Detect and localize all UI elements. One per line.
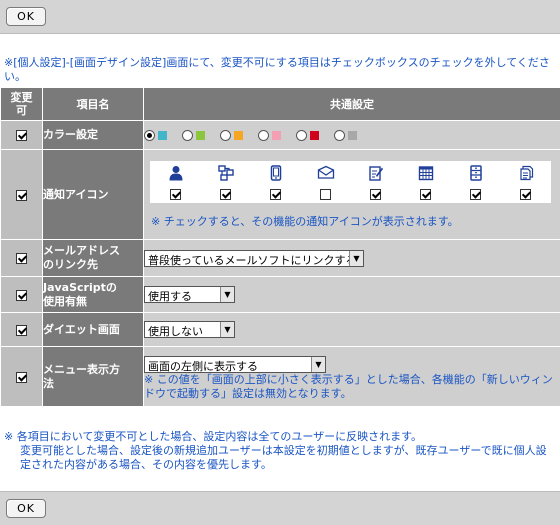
header-item-name: 項目名 (42, 87, 144, 121)
bottom-toolbar: OK (0, 491, 560, 525)
notify-icon-label: 通知アイコン (42, 149, 144, 240)
javascript-select[interactable]: 使用する ▼ (144, 286, 235, 303)
color-radio[interactable] (220, 129, 231, 141)
color-radio[interactable] (334, 129, 345, 141)
diet-lock-checkbox[interactable] (16, 324, 27, 336)
dropdown-arrow-icon: ▼ (220, 287, 234, 302)
calendar-notify-checkbox[interactable] (420, 188, 431, 200)
diet-label: ダイエット画面 (42, 312, 144, 347)
menu-display-select[interactable]: 画面の左側に表示する ▼ (144, 356, 326, 373)
color-swatch (158, 130, 167, 140)
menu-display-label: メニュー表示方法 (42, 346, 144, 407)
header-common-setting: 共通設定 (143, 87, 560, 121)
top-toolbar: OK (0, 0, 560, 34)
mail-icon (300, 161, 351, 185)
cabinet-notify-checkbox[interactable] (470, 188, 481, 200)
color-swatch (310, 130, 319, 140)
color-option-2[interactable] (182, 129, 205, 141)
color-option-5[interactable] (296, 129, 319, 141)
mail-link-lock-checkbox[interactable] (16, 253, 27, 264)
color-radio[interactable] (258, 129, 269, 141)
notify-icon-grid (150, 161, 551, 203)
ok-button-top[interactable]: OK (6, 7, 46, 26)
notify-icon-lock-checkbox[interactable] (16, 189, 27, 201)
mail-link-select[interactable]: 普段使っているメールソフトにリンクする ▼ (144, 249, 364, 267)
dropdown-arrow-icon: ▼ (220, 322, 234, 337)
diet-select[interactable]: 使用しない ▼ (144, 321, 235, 338)
documents-notify-checkbox[interactable] (520, 188, 531, 200)
color-option-1[interactable] (144, 129, 167, 141)
color-setting-label: カラー設定 (42, 120, 144, 150)
color-radio[interactable] (182, 129, 193, 141)
memo-edit-notify-checkbox[interactable] (370, 188, 381, 200)
phone-memo-icon (250, 161, 301, 185)
documents-icon (500, 161, 551, 185)
mail-notify-checkbox[interactable] (320, 188, 331, 200)
color-option-6[interactable] (334, 129, 357, 141)
phone-memo-notify-checkbox[interactable] (270, 188, 281, 200)
color-options (144, 129, 560, 141)
menu-lock-checkbox[interactable] (16, 371, 27, 383)
footnote-line2: 変更可能とした場合、設定後の新規追加ユーザーは本設定を初期値としますが、既存ユー… (20, 444, 547, 471)
color-swatch (348, 130, 357, 140)
color-swatch (234, 130, 243, 140)
color-radio[interactable] (296, 129, 307, 141)
calendar-icon (400, 161, 451, 185)
dropdown-arrow-icon: ▼ (311, 357, 325, 372)
workflow-icon (200, 161, 251, 185)
person-icon (150, 161, 201, 185)
javascript-label: JavaScriptの 使用有無 (42, 276, 144, 313)
memo-edit-icon (350, 161, 401, 185)
ok-button-bottom[interactable]: OK (6, 499, 46, 518)
color-option-3[interactable] (220, 129, 243, 141)
footnote: ※ 各項目において変更不可とした場合、設定内容は全てのユーザーに反映されます。 … (4, 430, 556, 472)
header-changeable: 変更可 (0, 87, 43, 121)
person-notify-checkbox[interactable] (170, 188, 181, 200)
menu-note: ※ この値を「画面の上部に小さく表示する」とした場合、各機能の「新しいウィンドウ… (144, 373, 553, 400)
color-option-4[interactable] (258, 129, 281, 141)
footnote-line1: ※ 各項目において変更不可とした場合、設定内容は全てのユーザーに反映されます。 (4, 430, 423, 443)
notify-note: ※ チェックすると、その機能の通知アイコンが表示されます。 (151, 215, 459, 228)
dropdown-arrow-icon: ▼ (349, 250, 363, 266)
color-swatch (196, 130, 205, 140)
settings-table: 変更可 項目名 共通設定 カラー設定 通知アイコン ※ チェックすると、その機能… (0, 87, 560, 407)
workflow-notify-checkbox[interactable] (220, 188, 231, 200)
javascript-lock-checkbox[interactable] (16, 289, 27, 301)
intro-note: ※[個人設定]-[画面デザイン設定]画面にて、変更不可にする項目はチェックボック… (4, 56, 550, 83)
mail-link-label: メールアドレス のリンク先 (42, 239, 144, 277)
color-swatch (272, 130, 281, 140)
color-radio[interactable] (144, 129, 155, 141)
cabinet-icon (450, 161, 501, 185)
color-lock-checkbox[interactable] (16, 130, 27, 141)
